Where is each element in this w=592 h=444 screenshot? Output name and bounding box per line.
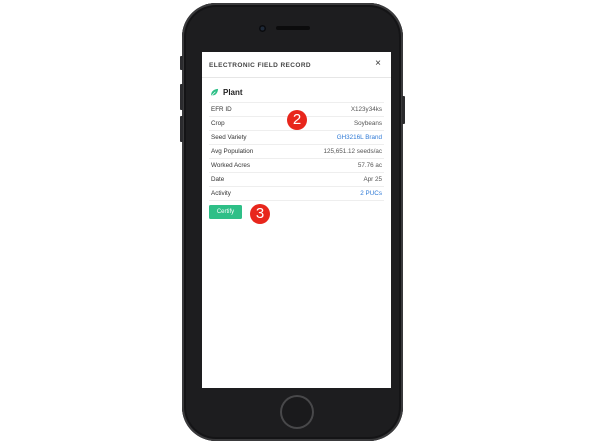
step-marker-3: 3 — [250, 204, 270, 224]
detail-label: Crop — [211, 120, 225, 127]
field-record-modal: ELECTRONIC FIELD RECORD × Plant EFR ID X… — [202, 52, 391, 388]
detail-label: Seed Variety — [211, 134, 247, 141]
volume-down-button — [180, 116, 183, 142]
detail-label: Avg Population — [211, 148, 254, 155]
detail-row-seed-variety: Seed Variety GH3216L Brand — [209, 130, 384, 144]
detail-row-avg-population: Avg Population 125,651.12 seeds/ac — [209, 144, 384, 158]
detail-label: Date — [211, 176, 225, 183]
home-button[interactable] — [280, 395, 314, 429]
detail-label: Worked Acres — [211, 162, 251, 169]
phone-screen: ELECTRONIC FIELD RECORD × Plant EFR ID X… — [202, 52, 391, 388]
detail-row-date: Date Apr 25 — [209, 172, 384, 186]
section-header: Plant — [210, 86, 243, 98]
detail-label: Activity — [211, 190, 231, 197]
detail-value: 57.76 ac — [357, 162, 382, 169]
volume-up-button — [180, 84, 183, 110]
detail-value: Apr 25 — [363, 176, 382, 183]
silent-switch — [180, 56, 183, 70]
leaf-icon — [210, 88, 219, 96]
detail-row-worked-acres: Worked Acres 57.76 ac — [209, 158, 384, 172]
section-title: Plant — [223, 87, 243, 97]
certify-button[interactable]: Certify — [209, 205, 242, 219]
modal-header: ELECTRONIC FIELD RECORD × — [202, 52, 391, 78]
seed-variety-link[interactable]: GH3216L Brand — [337, 134, 382, 141]
detail-value: X123y34ks — [350, 106, 382, 113]
detail-value: 125,651.12 seeds/ac — [323, 148, 382, 155]
activity-link[interactable]: 2 PUCs — [360, 190, 382, 197]
close-icon[interactable]: × — [375, 59, 381, 69]
modal-title: ELECTRONIC FIELD RECORD — [209, 62, 312, 69]
divider — [209, 200, 384, 201]
detail-label: EFR ID — [211, 106, 232, 113]
power-button — [402, 96, 405, 124]
detail-row-activity: Activity 2 PUCs — [209, 186, 384, 200]
step-marker-2: 2 — [287, 110, 307, 130]
front-camera — [259, 25, 266, 32]
detail-value: Soybeans — [353, 120, 382, 127]
earpiece-speaker — [276, 26, 310, 30]
